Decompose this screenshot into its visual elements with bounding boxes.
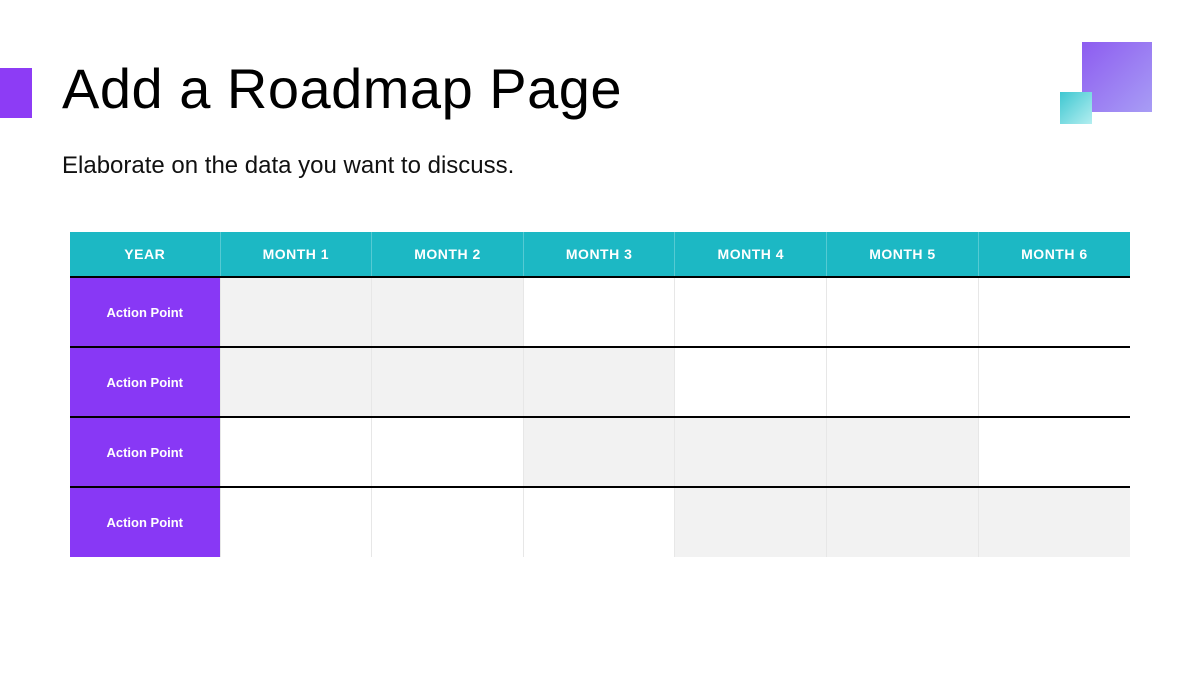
header-month-2: MONTH 2 — [372, 232, 524, 277]
page-title: Add a Roadmap Page — [62, 56, 622, 121]
table-cell — [978, 487, 1130, 557]
table-cell — [523, 277, 675, 347]
table-cell — [220, 277, 372, 347]
roadmap-table-container: YEAR MONTH 1 MONTH 2 MONTH 3 MONTH 4 MON… — [70, 232, 1130, 557]
table-cell — [220, 347, 372, 417]
table-cell — [220, 487, 372, 557]
table-header-row: YEAR MONTH 1 MONTH 2 MONTH 3 MONTH 4 MON… — [70, 232, 1130, 277]
table-cell — [675, 347, 827, 417]
table-row: Action Point — [70, 277, 1130, 347]
table-cell — [978, 277, 1130, 347]
table-cell — [523, 417, 675, 487]
header-month-5: MONTH 5 — [827, 232, 979, 277]
header-month-4: MONTH 4 — [675, 232, 827, 277]
table-cell — [523, 347, 675, 417]
table-cell — [675, 487, 827, 557]
table-cell — [675, 417, 827, 487]
table-cell — [523, 487, 675, 557]
table-cell — [978, 417, 1130, 487]
table-row: Action Point — [70, 417, 1130, 487]
table-cell — [827, 347, 979, 417]
table-cell — [827, 487, 979, 557]
table-cell — [827, 417, 979, 487]
table-cell — [372, 417, 524, 487]
row-label: Action Point — [70, 487, 220, 557]
table-row: Action Point — [70, 347, 1130, 417]
roadmap-table: YEAR MONTH 1 MONTH 2 MONTH 3 MONTH 4 MON… — [70, 232, 1130, 557]
table-cell — [978, 347, 1130, 417]
row-label: Action Point — [70, 417, 220, 487]
accent-bar — [0, 68, 32, 118]
table-cell — [675, 277, 827, 347]
row-label: Action Point — [70, 347, 220, 417]
page-subtitle: Elaborate on the data you want to discus… — [62, 152, 514, 180]
table-row: Action Point — [70, 487, 1130, 557]
table-cell — [372, 347, 524, 417]
row-label: Action Point — [70, 277, 220, 347]
table-cell — [372, 487, 524, 557]
table-cell — [827, 277, 979, 347]
table-cell — [220, 417, 372, 487]
header-month-3: MONTH 3 — [523, 232, 675, 277]
header-month-1: MONTH 1 — [220, 232, 372, 277]
decorative-square-small — [1060, 92, 1092, 124]
decorative-square-large — [1082, 42, 1152, 112]
header-month-6: MONTH 6 — [978, 232, 1130, 277]
header-year: YEAR — [70, 232, 220, 277]
table-cell — [372, 277, 524, 347]
